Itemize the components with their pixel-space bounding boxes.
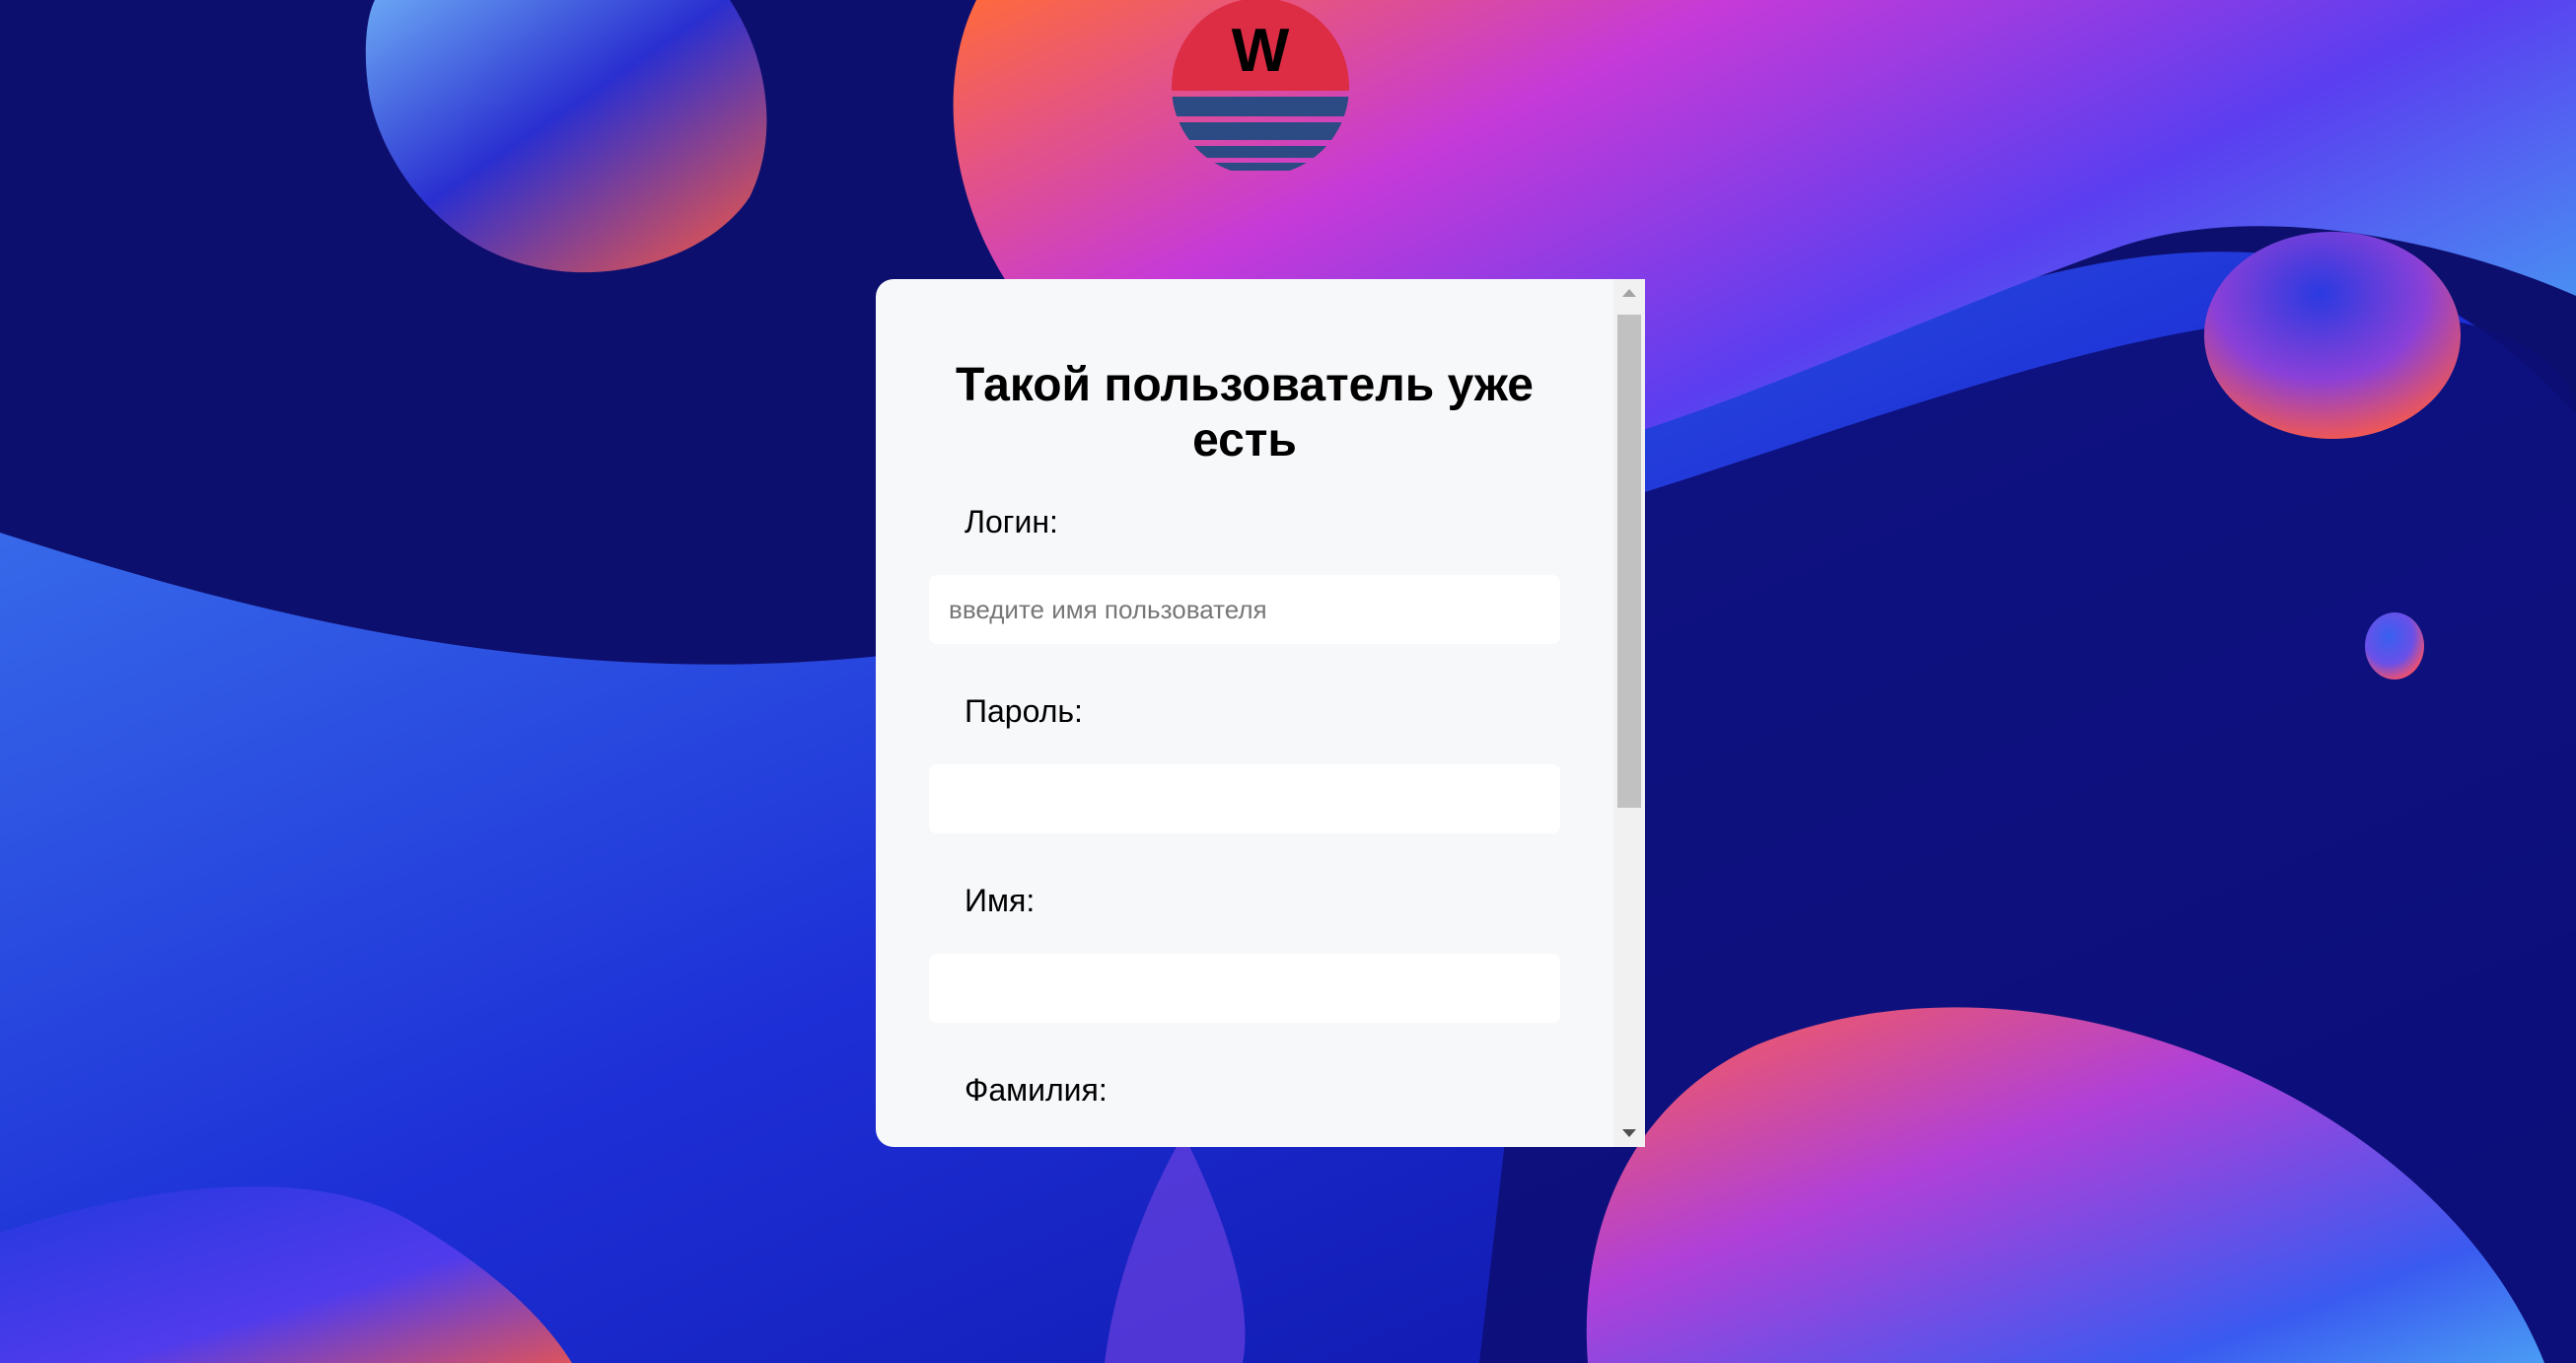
login-input[interactable] xyxy=(929,575,1560,644)
scroll-up-arrow-icon[interactable] xyxy=(1613,279,1645,307)
scroll-down-arrow-icon[interactable] xyxy=(1613,1119,1645,1147)
panel-scrollbar[interactable] xyxy=(1613,279,1645,1147)
logo: W xyxy=(1172,0,1349,176)
registration-form: Такой пользователь уже есть Логин: Парол… xyxy=(876,279,1613,1147)
first-name-label: Имя: xyxy=(965,883,1036,918)
logo-letter: W xyxy=(1232,17,1290,85)
first-name-input[interactable] xyxy=(929,954,1560,1023)
registration-panel: Такой пользователь уже есть Логин: Парол… xyxy=(876,279,1645,1147)
password-input[interactable] xyxy=(929,764,1560,833)
scrollbar-thumb[interactable] xyxy=(1617,315,1641,808)
sunset-logo-icon: W xyxy=(1172,0,1349,171)
form-title: Такой пользователь уже есть xyxy=(956,359,1534,466)
login-label: Логин: xyxy=(965,504,1058,539)
last-name-label: Фамилия: xyxy=(965,1072,1108,1108)
password-label: Пароль: xyxy=(965,693,1083,729)
